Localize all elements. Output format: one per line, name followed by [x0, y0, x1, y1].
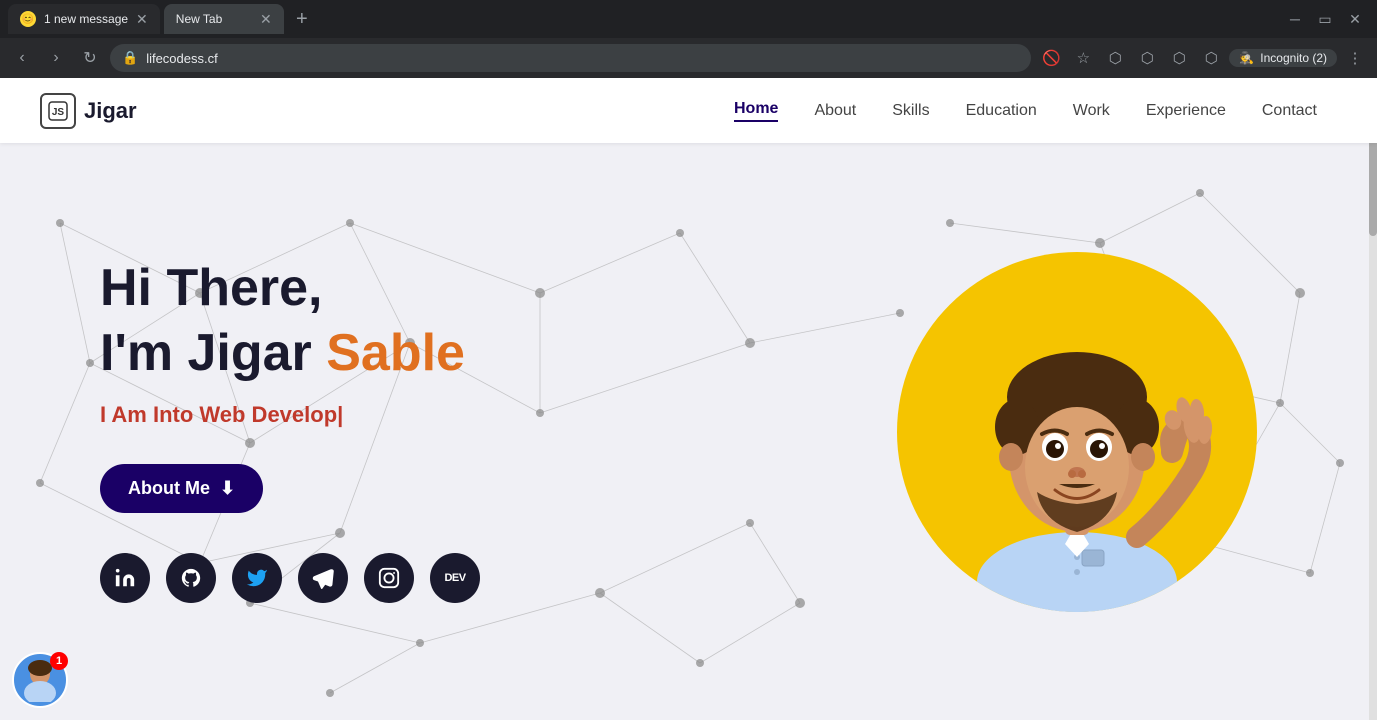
about-me-label: About Me — [128, 478, 210, 499]
nav-work[interactable]: Work — [1073, 102, 1110, 120]
extension3-icon[interactable]: ⬡ — [1165, 44, 1193, 72]
tab-favicon: 😊 — [20, 11, 36, 27]
url-bar[interactable]: 🔒 lifecodess.cf — [110, 44, 1031, 72]
hero-section: Hi There, I'm Jigar Sable I Am Into Web … — [0, 143, 1377, 720]
incognito-avatar: 🕵 — [1239, 51, 1254, 65]
url-text: lifecodess.cf — [146, 51, 218, 66]
hero-greeting: Hi There, — [100, 260, 480, 317]
avatar-circle — [897, 252, 1257, 612]
hero-tagline-prefix: I Am Into — [100, 402, 199, 427]
hero-name: I'm Jigar Sable — [100, 325, 480, 382]
tab-close-button[interactable]: ✕ — [136, 11, 148, 28]
notification-badge: 1 — [50, 652, 68, 670]
tab-label: 1 new message — [44, 12, 128, 26]
scrollbar[interactable] — [1369, 116, 1377, 720]
instagram-icon[interactable] — [364, 553, 414, 603]
no-tracking-icon[interactable]: 🚫 — [1037, 44, 1065, 72]
devto-icon[interactable]: DEV — [430, 553, 480, 603]
arrow-down-icon: ⬇ — [220, 478, 235, 499]
site-navbar: JS Jigar Home About Skills Education Wor… — [0, 78, 1377, 143]
about-me-button[interactable]: About Me ⬇ — [100, 464, 263, 513]
incognito-button[interactable]: 🕵 Incognito (2) — [1229, 49, 1337, 67]
logo-text: Jigar — [84, 98, 137, 124]
forward-button[interactable]: › — [42, 44, 70, 72]
devto-label: DEV — [444, 572, 465, 584]
new-tab-button[interactable]: + — [288, 5, 316, 33]
twitter-icon[interactable] — [232, 553, 282, 603]
profile-bubble: 1 — [12, 652, 68, 708]
address-bar: ‹ › ↻ 🔒 lifecodess.cf 🚫 ☆ ⬡ ⬡ ⬡ ⬡ 🕵 Inco… — [0, 38, 1377, 78]
tab-newtab-label: New Tab — [176, 12, 222, 26]
avatar-svg — [927, 272, 1227, 612]
tab-newtab-close[interactable]: ✕ — [260, 11, 272, 28]
minimize-button[interactable]: ─ — [1281, 5, 1309, 33]
logo-icon: JS — [40, 93, 76, 129]
reload-button[interactable]: ↻ — [76, 44, 104, 72]
lock-icon: 🔒 — [122, 50, 138, 66]
toolbar-right: 🚫 ☆ ⬡ ⬡ ⬡ ⬡ 🕵 Incognito (2) ⋮ — [1037, 44, 1369, 72]
extension1-icon[interactable]: ⬡ — [1101, 44, 1129, 72]
back-button[interactable]: ‹ — [8, 44, 36, 72]
nav-about[interactable]: About — [814, 102, 856, 120]
close-button[interactable]: ✕ — [1341, 5, 1369, 33]
incognito-label: Incognito (2) — [1260, 51, 1327, 65]
bookmark-icon[interactable]: ☆ — [1069, 44, 1097, 72]
menu-button[interactable]: ⋮ — [1341, 44, 1369, 72]
svg-text:JS: JS — [52, 107, 65, 118]
nav-contact[interactable]: Contact — [1262, 102, 1317, 120]
nav-experience[interactable]: Experience — [1146, 102, 1226, 120]
webpage: JS Jigar Home About Skills Education Wor… — [0, 78, 1377, 720]
linkedin-icon[interactable] — [100, 553, 150, 603]
tab-newtab[interactable]: New Tab ✕ — [164, 4, 284, 34]
window-controls: ─ ▭ ✕ — [1281, 5, 1369, 33]
maximize-button[interactable]: ▭ — [1311, 5, 1339, 33]
hero-name-prefix: I'm Jigar — [100, 324, 326, 382]
social-links: DEV — [100, 553, 480, 603]
extension2-icon[interactable]: ⬡ — [1133, 44, 1161, 72]
nav-education[interactable]: Education — [966, 102, 1037, 120]
nav-home[interactable]: Home — [734, 100, 778, 122]
hero-content: Hi There, I'm Jigar Sable I Am Into Web … — [0, 260, 480, 603]
nav-skills[interactable]: Skills — [892, 102, 929, 120]
hero-tagline-highlight: Web Develop| — [199, 402, 343, 427]
hero-tagline: I Am Into Web Develop| — [100, 402, 480, 428]
tab-bar: 😊 1 new message ✕ New Tab ✕ + ─ ▭ ✕ — [0, 0, 1377, 38]
site-logo[interactable]: JS Jigar — [40, 93, 137, 129]
tab-active[interactable]: 😊 1 new message ✕ — [8, 4, 160, 34]
github-icon[interactable] — [166, 553, 216, 603]
hero-name-highlight: Sable — [326, 324, 465, 382]
hero-avatar — [897, 252, 1257, 612]
extensions-icon[interactable]: ⬡ — [1197, 44, 1225, 72]
nav-links: Home About Skills Education Work Experie… — [734, 100, 1317, 122]
profile-bubble-area: 1 — [12, 652, 68, 708]
telegram-icon[interactable] — [298, 553, 348, 603]
